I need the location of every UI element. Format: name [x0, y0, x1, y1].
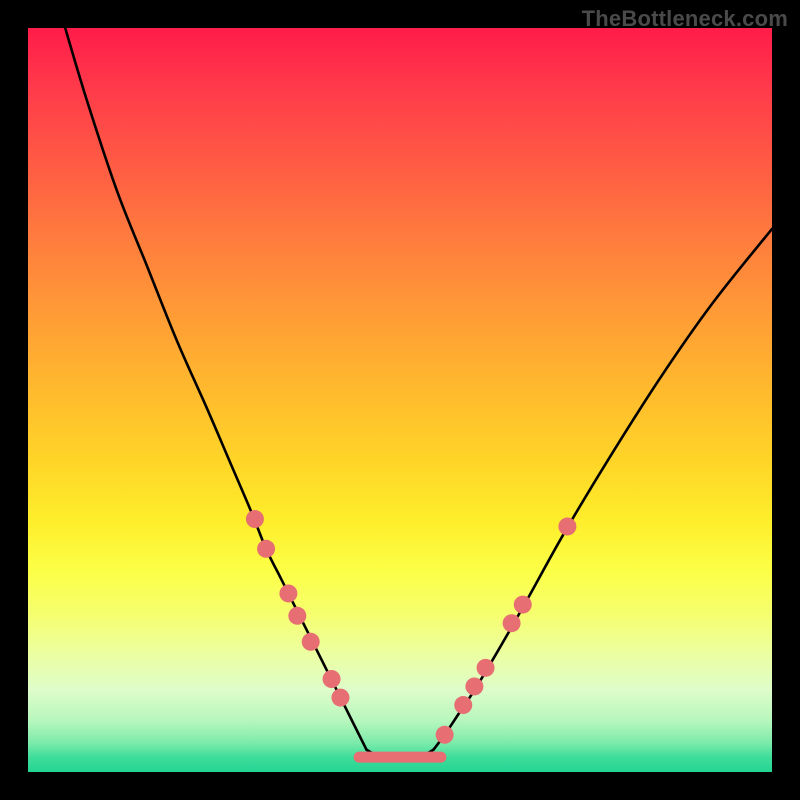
data-marker	[323, 670, 341, 688]
plot-area	[28, 28, 772, 772]
markers-right	[436, 517, 577, 743]
curve-left	[65, 28, 366, 750]
data-marker	[454, 696, 472, 714]
data-marker	[288, 607, 306, 625]
data-marker	[477, 659, 495, 677]
chart-svg	[28, 28, 772, 772]
data-marker	[436, 726, 454, 744]
data-marker	[302, 633, 320, 651]
data-marker	[331, 689, 349, 707]
chart-stage: TheBottleneck.com	[0, 0, 800, 800]
data-marker	[514, 596, 532, 614]
data-marker	[257, 540, 275, 558]
data-marker	[465, 677, 483, 695]
data-marker	[503, 614, 521, 632]
data-marker	[279, 584, 297, 602]
watermark-text: TheBottleneck.com	[582, 6, 788, 32]
data-marker	[558, 517, 576, 535]
data-marker	[246, 510, 264, 528]
curve-group	[65, 28, 772, 757]
